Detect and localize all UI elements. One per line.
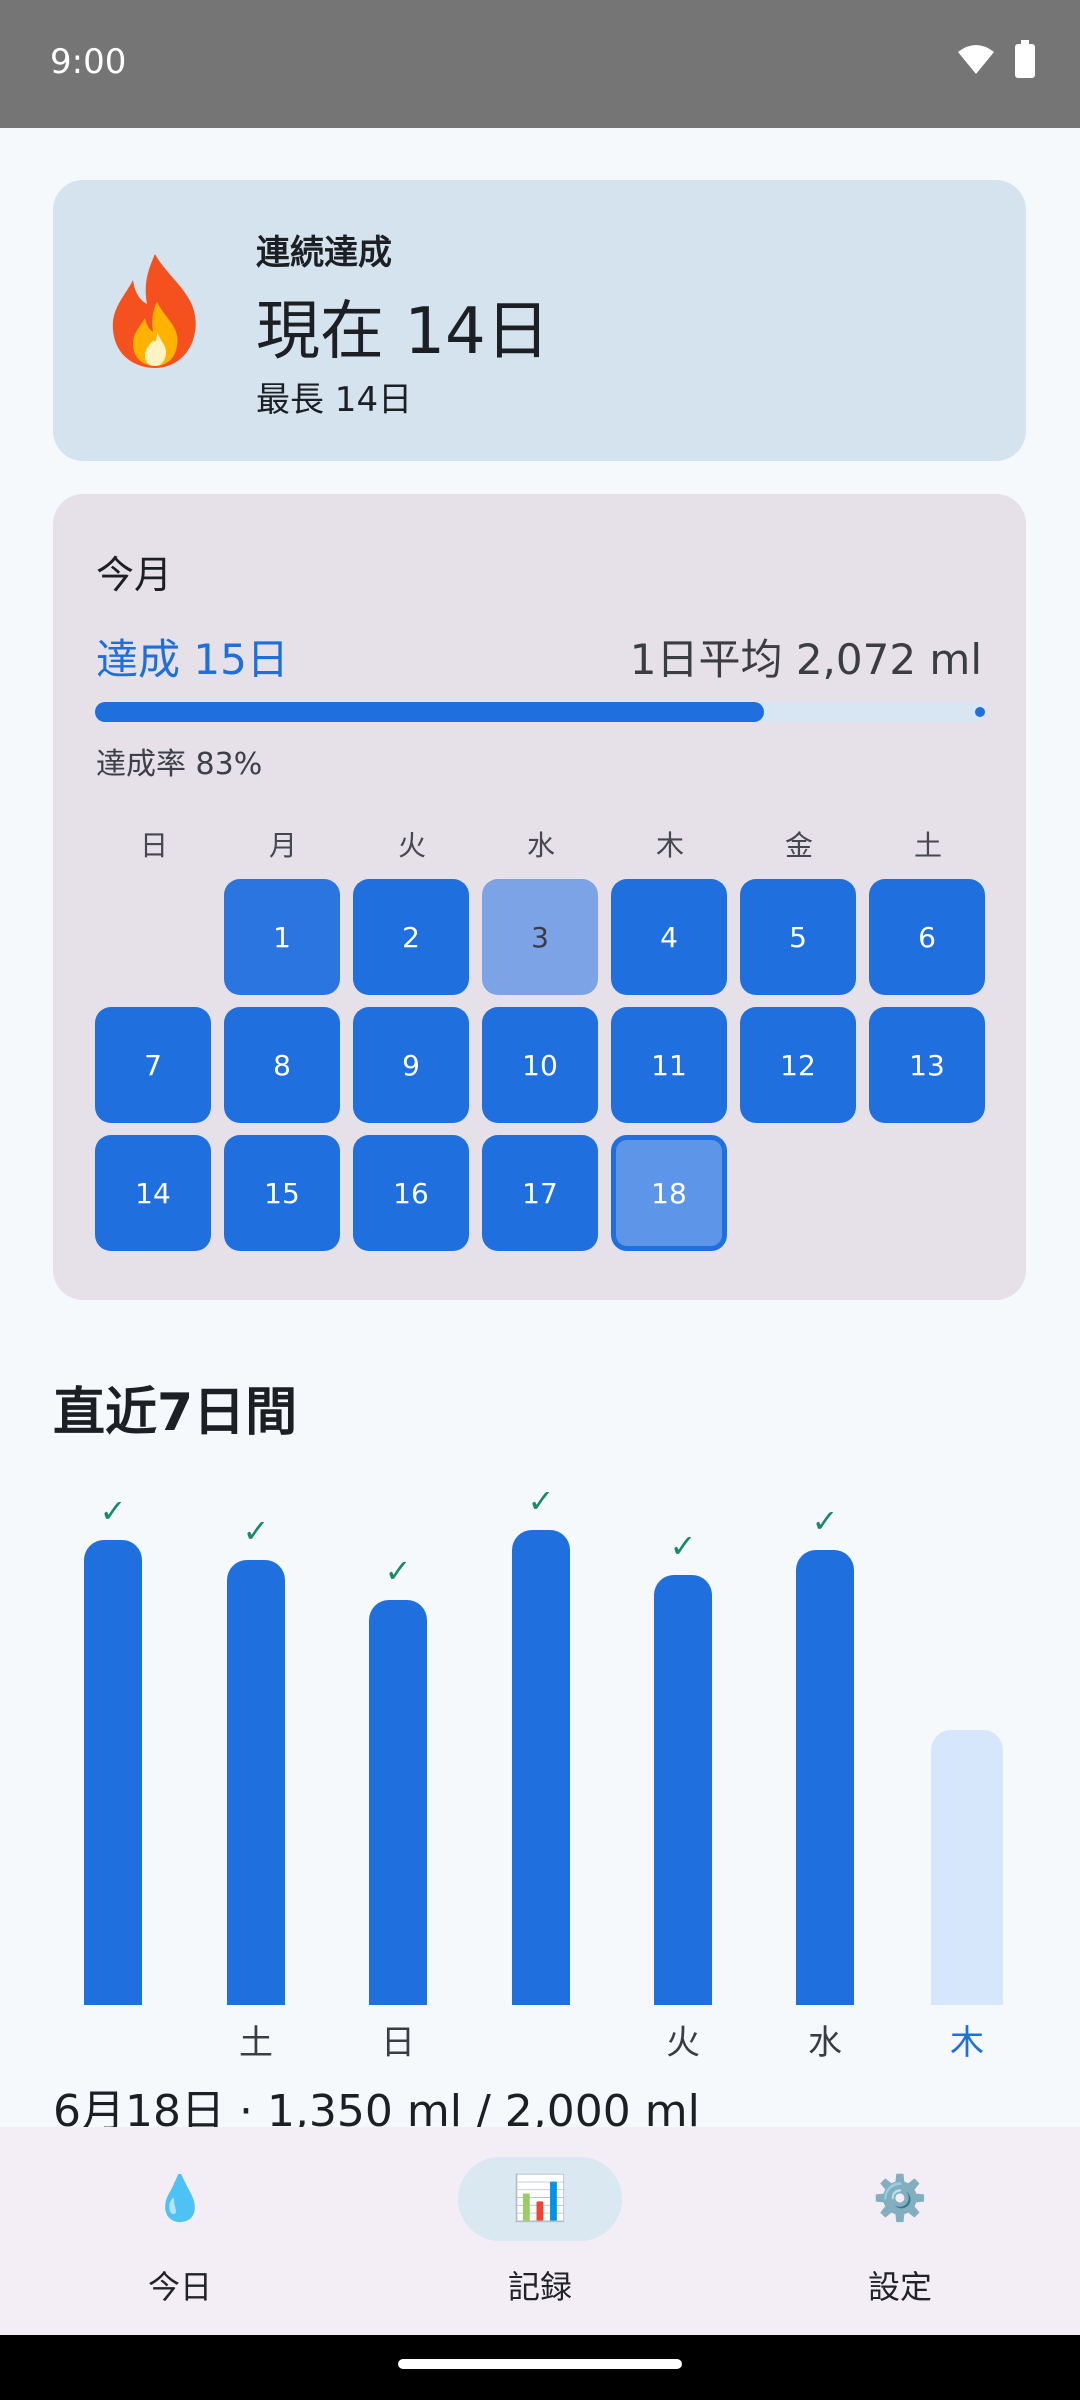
nav-label-history: 記録	[507, 2268, 572, 2306]
calendar-day[interactable]: 3	[482, 879, 598, 995]
achievement-progress-fill	[95, 702, 764, 722]
calendar-day[interactable]: 14	[95, 1135, 211, 1251]
weekday-label: 木	[655, 829, 684, 862]
calendar-day[interactable]: 12	[740, 1007, 856, 1123]
day-bar[interactable]	[84, 1540, 142, 2005]
streak-label: 連続達成	[256, 233, 392, 273]
calendar-day[interactable]: 15	[224, 1135, 340, 1251]
day-label: 土	[239, 2023, 273, 2063]
week-title: 直近7日間	[53, 1383, 298, 1443]
achieved-check-icon: ✓	[242, 1512, 270, 1550]
achieved-check-icon: ✓	[669, 1527, 697, 1565]
gear-icon: ⚙️	[872, 2173, 928, 2224]
day-bar[interactable]	[369, 1600, 427, 2005]
weekday-label: 月	[268, 829, 297, 862]
day-bar[interactable]	[227, 1560, 285, 2005]
weekday-label: 火	[397, 829, 426, 862]
weekday-label: 土	[913, 829, 942, 862]
calendar-day[interactable]: 16	[353, 1135, 469, 1251]
achieved-days: 達成 15日	[96, 635, 289, 684]
calendar-day[interactable]: 7	[95, 1007, 211, 1123]
nav-item-today[interactable]: 💧 今日	[0, 2127, 360, 2335]
month-card: 今月 達成 15日 1日平均 2,072 ml 達成率 83% 日月火水木金土 …	[53, 494, 1026, 1300]
calendar-day[interactable]: 1	[224, 879, 340, 995]
achieved-check-icon: ✓	[811, 1502, 839, 1540]
calendar-day[interactable]: 18	[611, 1135, 727, 1251]
status-bar: 9:00	[0, 0, 1080, 128]
streak-best: 最長 14日	[256, 380, 413, 420]
streak-card: 連続達成 現在 14日 最長 14日	[53, 180, 1026, 461]
day-bar[interactable]	[931, 1730, 1003, 2005]
battery-icon	[1015, 40, 1035, 78]
weekday-header: 日月火水木金土	[96, 824, 986, 864]
calendar-grid: 1 2 3 4 5 6 7 8 9 10 11 12 13 14 15 16 17 18	[95, 879, 987, 1259]
day-label: 火	[666, 2023, 700, 2063]
status-time: 9:00	[50, 42, 127, 82]
calendar-day[interactable]: 6	[869, 879, 985, 995]
achieved-check-icon: ✓	[99, 1492, 127, 1530]
nav-label-today: 今日	[147, 2268, 212, 2306]
nav-item-settings[interactable]: ⚙️ 設定	[720, 2127, 1080, 2335]
calendar-day[interactable]: 10	[482, 1007, 598, 1123]
wifi-icon	[958, 45, 994, 74]
week-bar-chart: ✓ ✓ 土 ✓ 日 ✓ ✓ 火 ✓ 水 木	[53, 1470, 1026, 2063]
day-bar[interactable]	[796, 1550, 854, 2005]
calendar-day[interactable]: 5	[740, 879, 856, 995]
day-label: 日	[381, 2023, 415, 2063]
nav-label-settings: 設定	[867, 2268, 932, 2306]
bottom-navigation: 💧 今日 📊 記録 ⚙️ 設定	[0, 2127, 1080, 2335]
weekday-label: 金	[784, 829, 813, 862]
calendar-day[interactable]: 9	[353, 1007, 469, 1123]
calendar-day[interactable]: 8	[224, 1007, 340, 1123]
achievement-rate: 達成率 83%	[96, 747, 263, 782]
home-gesture-handle[interactable]	[398, 2359, 682, 2369]
month-title: 今月	[96, 553, 173, 597]
calendar-day[interactable]: 2	[353, 879, 469, 995]
achieved-check-icon: ✓	[384, 1552, 412, 1590]
weekday-label: 水	[526, 829, 555, 862]
flame-icon	[112, 254, 196, 368]
achievement-progress-track	[95, 702, 985, 722]
calendar-day[interactable]: 11	[611, 1007, 727, 1123]
streak-current: 現在 14日	[256, 295, 550, 369]
calendar-day[interactable]: 4	[611, 879, 727, 995]
day-bar[interactable]	[654, 1575, 712, 2005]
calendar-day[interactable]: 13	[869, 1007, 985, 1123]
bar-chart-icon: 📊	[512, 2173, 568, 2224]
day-label: 木	[950, 2023, 984, 2063]
water-drop-icon: 💧	[152, 2173, 208, 2224]
achieved-check-icon: ✓	[527, 1482, 555, 1520]
gesture-navigation-area	[0, 2335, 1080, 2400]
daily-average: 1日平均 2,072 ml	[629, 635, 982, 684]
progress-end-dot	[975, 707, 985, 717]
calendar-day[interactable]: 17	[482, 1135, 598, 1251]
nav-item-history[interactable]: 📊 記録	[360, 2127, 720, 2335]
day-label: 水	[808, 2023, 842, 2063]
day-bar[interactable]	[512, 1530, 570, 2005]
weekday-label: 日	[139, 829, 168, 862]
status-icons	[956, 40, 1036, 78]
